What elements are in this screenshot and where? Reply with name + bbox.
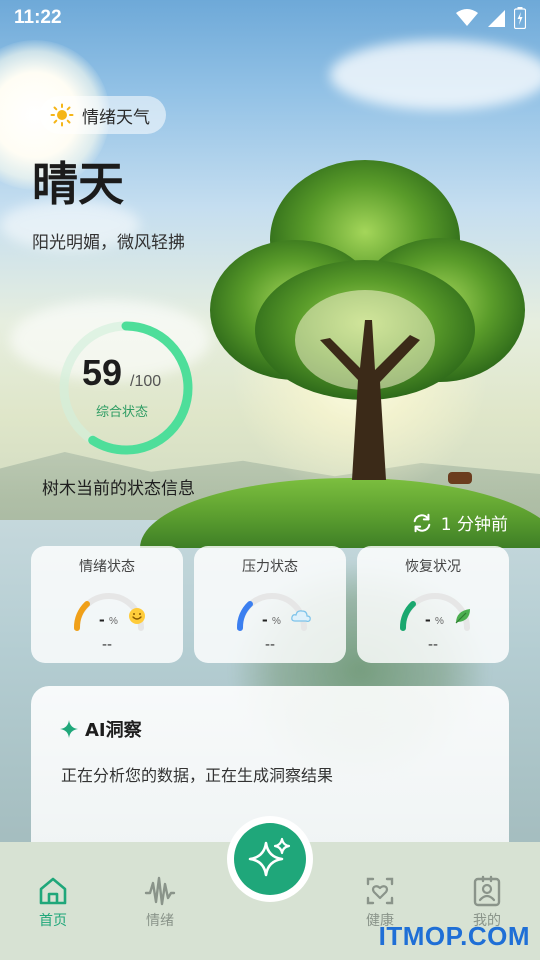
metric-card-mood[interactable]: 情绪状态 - % -- <box>31 546 183 663</box>
metric-subvalue: -- <box>428 636 438 653</box>
ai-fab-button[interactable] <box>227 816 313 902</box>
battery-icon <box>514 7 526 29</box>
refresh-button[interactable]: 1 分钟前 <box>411 510 508 535</box>
metric-unit: % <box>272 616 281 627</box>
waveform-icon <box>144 876 176 906</box>
status-bar: 11:22 <box>0 0 540 36</box>
weather-title: 晴天 <box>32 157 124 211</box>
weather-chip-label: 情绪天气 <box>82 107 150 128</box>
profile-badge-icon <box>473 875 501 907</box>
sparkles-icon <box>248 837 291 877</box>
metric-value: - <box>425 610 431 629</box>
sparkle-icon <box>60 720 78 738</box>
ai-insight-header: AI洞察 <box>59 716 142 742</box>
metric-subvalue: -- <box>102 636 112 653</box>
overall-score-label: 综合状态 <box>96 405 149 420</box>
ai-insight-title: AI洞察 <box>85 720 142 741</box>
nav-label: 情绪 <box>146 913 174 929</box>
refresh-label: 1 分钟前 <box>440 515 508 535</box>
metric-value: - <box>262 610 268 629</box>
ai-insight-text: 正在分析您的数据，正在生成洞察结果 <box>61 766 334 785</box>
watermark-text: ITMOP.COM <box>378 921 530 951</box>
metric-unit: % <box>109 616 118 627</box>
refresh-icon <box>413 513 431 532</box>
cloud-icon <box>291 610 311 622</box>
overall-score-ring <box>59 321 193 455</box>
overall-score-max: /100 <box>130 373 162 390</box>
metric-subvalue: -- <box>265 636 275 653</box>
metric-unit: % <box>435 616 444 627</box>
wifi-icon <box>456 9 478 26</box>
signal-icon <box>488 10 505 27</box>
home-icon <box>39 877 67 905</box>
tree-illustration <box>210 160 525 484</box>
ai-fab-inner <box>234 823 306 895</box>
nav-item-mood[interactable]: 情绪 <box>120 874 200 930</box>
tree-status-label: 树木当前的状态信息 <box>42 479 195 499</box>
status-time: 11:22 <box>14 7 62 28</box>
heart-check-icon <box>366 877 394 905</box>
metric-card-stress[interactable]: 压力状态 - % -- <box>194 546 346 663</box>
metric-title: 情绪状态 <box>79 559 135 575</box>
nav-item-home[interactable]: 首页 <box>13 874 93 930</box>
overall-score-value: 59 <box>82 352 123 393</box>
cloud <box>330 40 540 110</box>
metric-title: 压力状态 <box>242 559 298 575</box>
leaf-icon <box>455 609 470 624</box>
weather-subtitle: 阳光明媚，微风轻拂 <box>32 233 185 253</box>
metric-value: - <box>99 610 105 629</box>
metric-title: 恢复状况 <box>405 559 461 575</box>
status-icons <box>456 7 526 29</box>
nav-label: 首页 <box>39 913 67 929</box>
smile-emoji-icon <box>129 608 145 624</box>
weather-mood-chip[interactable]: 情绪天气 <box>40 96 166 134</box>
metric-card-recovery[interactable]: 恢复状况 - % -- <box>357 546 509 663</box>
sun-icon <box>50 103 74 127</box>
